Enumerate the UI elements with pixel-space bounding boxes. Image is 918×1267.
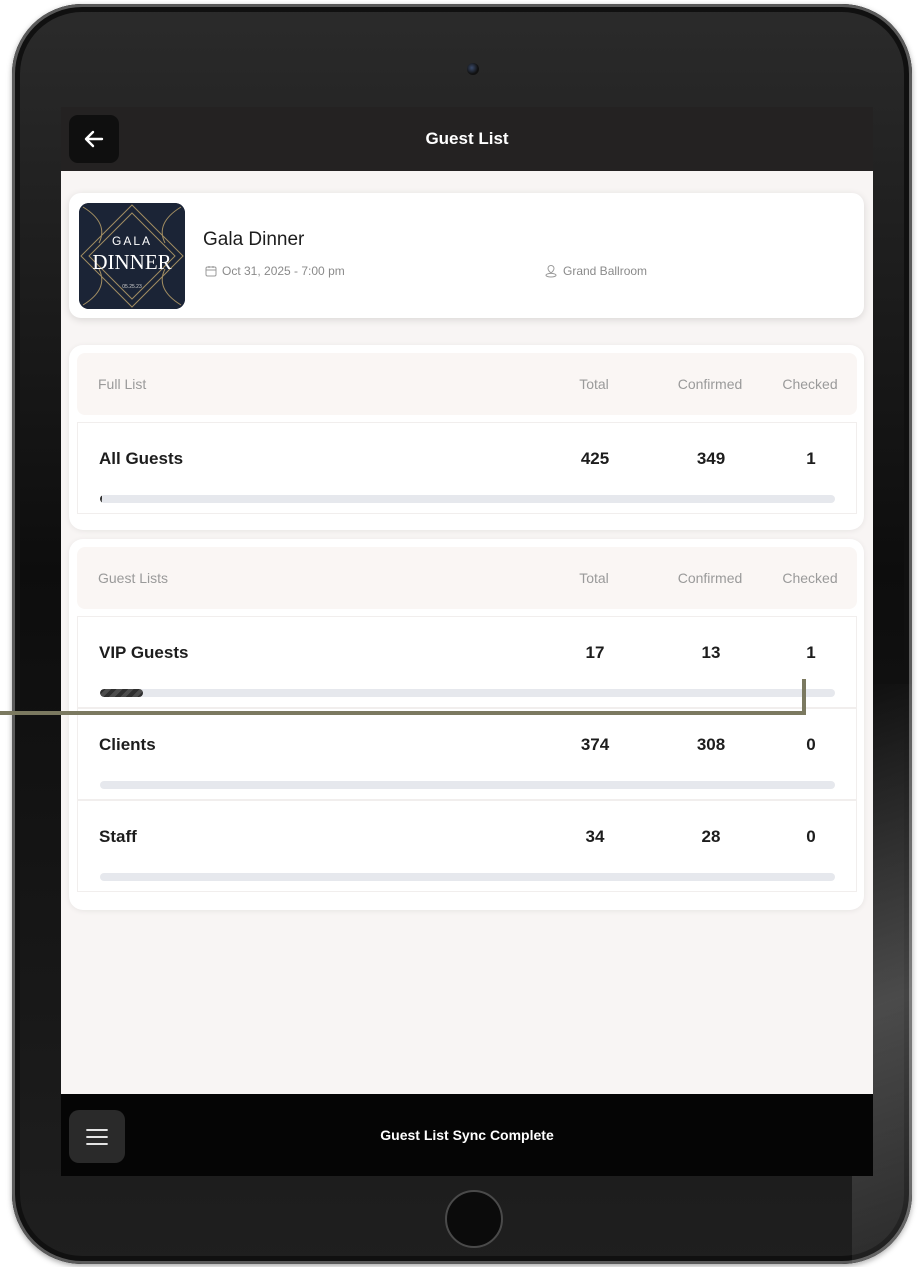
list-row-vip-guests[interactable]: VIP Guests 17 13 1 [77,616,857,708]
row-total: 17 [585,643,605,662]
front-camera [467,63,479,75]
row-confirmed: 13 [701,643,721,662]
calendar-icon [205,266,217,277]
row-name: VIP Guests [99,643,189,662]
checked-column-header: Checked [782,570,838,586]
top-bar: Guest List [61,107,873,171]
event-name: Gala Dinner [203,229,305,250]
total-column-header: Total [579,376,609,392]
event-date: Oct 31, 2025 - 7:00 pm [205,264,345,278]
row-total: 425 [580,449,610,468]
confirmed-column-header: Confirmed [677,376,743,392]
event-date-text: Oct 31, 2025 - 7:00 pm [222,264,345,278]
arrow-left-icon [84,130,104,148]
event-card[interactable]: GALA DINNER 05.25.23 Gala Dinner Oct 31,… [69,193,864,318]
page-title: Guest List [425,129,509,148]
callout-line-horizontal [0,711,806,715]
guest-lists-panel: Guest Lists Total Confirmed Checked VIP … [69,539,864,910]
row-name: All Guests [99,449,184,468]
row-total: 374 [580,735,610,754]
menu-button[interactable] [69,1110,125,1163]
full-list-panel: Full List Total Confirmed Checked All Gu… [69,345,864,530]
full-list-heading: Full List [98,376,147,392]
row-confirmed: 308 [696,735,726,754]
guest-lists-header: Guest Lists Total Confirmed Checked [77,547,857,609]
list-row-staff[interactable]: Staff 34 28 0 [77,800,857,892]
row-confirmed: 28 [701,827,721,846]
location-pin-icon [545,264,557,278]
hamburger-menu-icon [86,1128,108,1145]
back-button[interactable] [69,115,119,163]
full-list-header: Full List Total Confirmed Checked [77,353,857,415]
total-column-header: Total [579,570,609,586]
gala-dinner-artwork: GALA DINNER 05.25.23 [79,203,185,309]
thumb-line2: DINNER [92,250,171,274]
row-total: 34 [585,827,605,846]
confirmed-column-header: Confirmed [677,570,743,586]
guest-lists-heading: Guest Lists [98,570,169,586]
home-button[interactable] [445,1190,503,1248]
row-checked: 1 [806,643,816,662]
checked-progress-bar [100,689,835,697]
checked-progress-bar [100,781,835,789]
event-thumbnail: GALA DINNER 05.25.23 [79,203,185,309]
list-row-all-guests[interactable]: All Guests 425 349 1 [77,422,857,514]
checked-progress-bar [100,873,835,881]
event-venue: Grand Ballroom [544,264,647,278]
event-venue-text: Grand Ballroom [563,264,648,278]
progress-fill [100,689,144,697]
checked-column-header: Checked [782,376,838,392]
thumb-line3: 05.25.23 [122,284,142,290]
sync-status: Guest List Sync Complete [380,1127,554,1143]
checked-progress-bar [100,495,835,503]
app-screen: Guest List GALA DINNER 05.25.23 Gala Din… [61,107,873,1176]
progress-fill [100,495,102,503]
row-checked: 1 [806,449,816,468]
row-confirmed: 349 [696,449,726,468]
callout-line-vertical [802,679,806,715]
row-name: Clients [99,735,156,754]
bottom-bar: Guest List Sync Complete [61,1094,873,1176]
list-row-clients[interactable]: Clients 374 308 0 [77,708,857,800]
row-name: Staff [99,827,137,846]
thumb-line1: GALA [112,234,152,248]
row-checked: 0 [806,827,816,846]
row-checked: 0 [806,735,816,754]
